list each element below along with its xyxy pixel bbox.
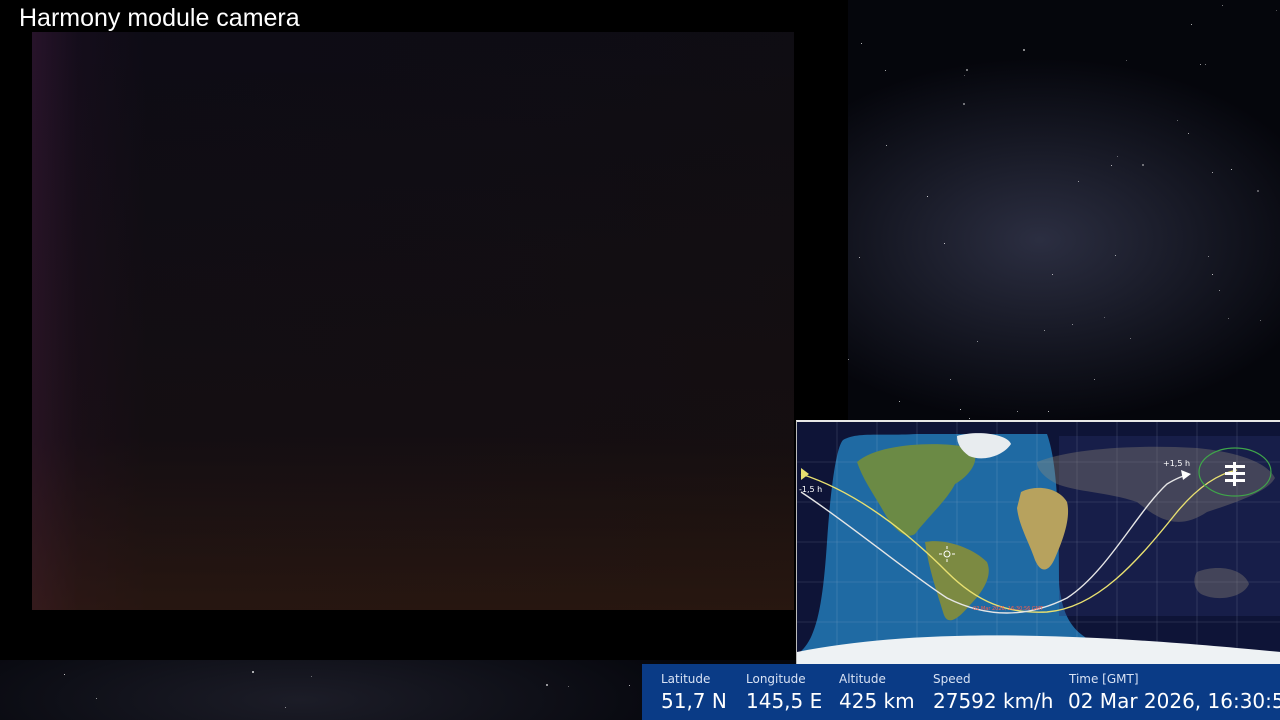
star <box>858 256 860 258</box>
star <box>1222 5 1224 7</box>
latitude-value: 51,7 N <box>661 689 727 713</box>
star <box>1205 64 1207 66</box>
star <box>1044 330 1046 332</box>
star <box>1047 410 1049 412</box>
star <box>1141 164 1144 167</box>
star <box>1212 172 1214 174</box>
star <box>926 196 928 198</box>
star <box>285 707 287 709</box>
star <box>96 698 98 700</box>
star <box>1114 254 1116 256</box>
star <box>1219 289 1221 291</box>
star <box>311 675 313 677</box>
star <box>1052 274 1054 276</box>
time-label: Time [GMT] <box>1069 672 1139 686</box>
longitude-label: Longitude <box>746 672 806 686</box>
star <box>861 42 863 44</box>
star <box>1187 132 1189 134</box>
star <box>1126 59 1127 61</box>
latitude-label: Latitude <box>661 672 711 686</box>
star <box>959 409 961 411</box>
star <box>1078 181 1080 183</box>
star <box>1257 190 1260 193</box>
altitude-value: 425 km <box>839 689 915 713</box>
star <box>1259 319 1261 321</box>
star <box>1111 165 1113 167</box>
star <box>949 378 951 380</box>
star <box>1129 337 1131 339</box>
star <box>1200 64 1202 66</box>
star <box>966 68 969 71</box>
star <box>545 683 548 686</box>
star <box>1231 168 1233 170</box>
star <box>1276 10 1278 12</box>
altitude-label: Altitude <box>839 672 886 686</box>
star <box>1211 274 1213 276</box>
camera-title: Harmony module camera <box>19 4 300 32</box>
camera-panel <box>0 0 848 660</box>
future-label: +1,5 h <box>1163 459 1190 468</box>
past-track-arrow <box>801 468 809 480</box>
time-value: 02 Mar 2026, 16:30:56 <box>1068 689 1280 713</box>
track-annotation: 02 Mar 2026, 16:30:56 GMT <box>973 606 1044 612</box>
star <box>1207 255 1209 257</box>
star <box>1093 378 1095 380</box>
star <box>962 102 965 105</box>
star <box>964 75 966 77</box>
telemetry-bar: Latitude 51,7 N Longitude 145,5 E Altitu… <box>642 664 1280 720</box>
star <box>1017 411 1019 413</box>
star <box>899 401 901 403</box>
star <box>885 144 887 146</box>
star <box>1104 316 1106 318</box>
star <box>885 70 886 72</box>
speed-value: 27592 km/h <box>933 689 1054 713</box>
star <box>944 242 946 244</box>
star <box>977 340 979 342</box>
star <box>1023 49 1026 52</box>
longitude-value: 145,5 E <box>746 689 823 713</box>
speed-label: Speed <box>933 672 971 686</box>
ground-track-map: -1,5 h +1,5 h 02 Mar 2026, 16:30:56 GMT <box>796 420 1280 666</box>
camera-feed <box>32 32 794 610</box>
star <box>1176 120 1178 122</box>
star <box>1227 317 1229 319</box>
star <box>628 685 630 686</box>
star <box>567 686 569 688</box>
past-label: -1,5 h <box>799 485 822 494</box>
star <box>1116 155 1118 157</box>
star <box>252 670 255 673</box>
star <box>1071 323 1073 325</box>
star <box>1190 24 1192 26</box>
star <box>63 674 65 676</box>
